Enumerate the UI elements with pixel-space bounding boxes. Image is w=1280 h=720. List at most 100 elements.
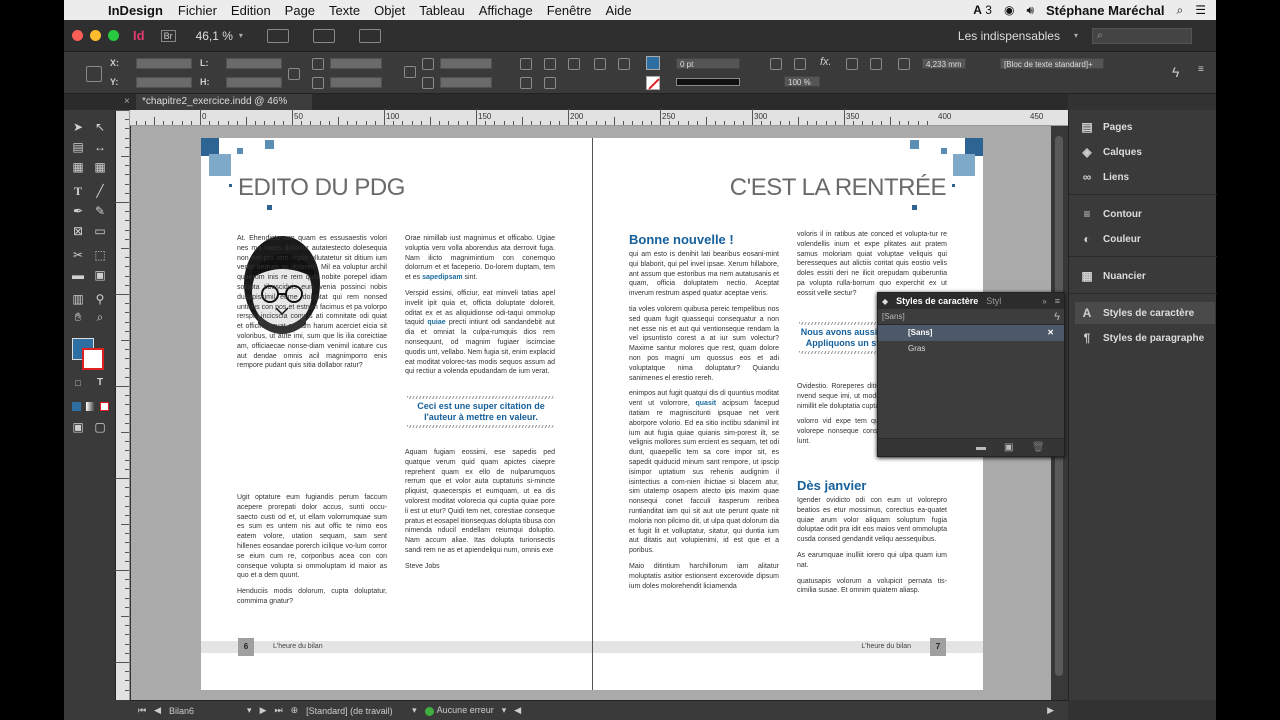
dock-pages[interactable]: ▤ Pages	[1075, 116, 1215, 138]
rotation-field[interactable]	[440, 58, 492, 69]
tab-paragraph-styles[interactable]: Styl	[986, 296, 1001, 306]
drop-shadow-icon[interactable]	[794, 58, 806, 70]
expand-icon[interactable]: »	[1042, 297, 1046, 306]
type-tool-icon[interactable]: T	[70, 184, 86, 198]
zoom-level-dropdown[interactable]: 46,1 %	[196, 29, 233, 43]
fx-icon[interactable]: fx.	[820, 56, 832, 68]
arrange-documents-icon[interactable]	[358, 28, 381, 43]
menu-tableau[interactable]: Tableau	[412, 3, 472, 18]
dock-layers[interactable]: ◈ Calques	[1075, 141, 1215, 163]
screen-mode-icon[interactable]: ▢	[92, 420, 108, 434]
text-frame-options-icon[interactable]	[846, 58, 858, 70]
pencil-tool-icon[interactable]: ✎	[92, 204, 108, 218]
reference-point-icon[interactable]	[86, 66, 102, 82]
menu-app-name[interactable]: InDesign	[100, 3, 171, 18]
stroke-color-swatch[interactable]	[646, 76, 660, 90]
zoom-window-button[interactable]	[108, 30, 119, 41]
dock-color[interactable]: ◐ Couleur	[1075, 228, 1215, 250]
minimize-window-button[interactable]	[90, 30, 101, 41]
help-search-input[interactable]: ⌕	[1092, 27, 1192, 44]
object-style-dropdown[interactable]: [Bloc de texte standard]+	[1000, 58, 1104, 69]
hand-tool-icon[interactable]: ✋︎	[70, 310, 86, 324]
panel-menu-icon[interactable]: ≡	[1055, 296, 1060, 306]
right-col1[interactable]: qui am esto is denihit lati bearibus eos…	[629, 250, 779, 597]
rotate-cw-icon[interactable]	[520, 58, 532, 70]
dock-character-styles[interactable]: A Styles de caractère	[1075, 302, 1215, 324]
select-next-icon[interactable]	[618, 58, 630, 70]
menu-edition[interactable]: Edition	[224, 3, 278, 18]
scale-x-field[interactable]	[330, 58, 382, 69]
chevron-down-icon[interactable]: ▾	[247, 705, 252, 716]
page-title[interactable]: EDITO DU PDG	[238, 174, 405, 202]
pull-quote[interactable]: Ceci est une super citation de l'auteur …	[407, 394, 555, 430]
height-field[interactable]	[226, 77, 282, 88]
rotate-ccw-icon[interactable]	[544, 58, 556, 70]
close-tab-icon[interactable]: ×	[124, 96, 130, 107]
effects-icon[interactable]	[770, 58, 782, 70]
new-style-icon[interactable]: ▣	[1004, 442, 1013, 453]
menu-fenetre[interactable]: Fenêtre	[540, 3, 599, 18]
x-position-field[interactable]	[136, 58, 192, 69]
free-transform-tool-icon[interactable]: ⬚	[92, 248, 108, 262]
select-previous-icon[interactable]	[594, 58, 606, 70]
menu-page[interactable]: Page	[278, 3, 322, 18]
document-tab[interactable]: *chapitre2_exercice.indd @ 46%	[136, 94, 312, 110]
chevron-down-icon[interactable]: ▾	[412, 705, 417, 716]
flip-icon[interactable]	[568, 58, 580, 70]
page-title[interactable]: C'EST LA RENTRÉE	[730, 174, 947, 202]
lightning-icon[interactable]: ϟ	[1054, 309, 1060, 325]
page-tool-icon[interactable]: ▤	[70, 140, 86, 154]
note-tool-icon[interactable]: ▥	[70, 292, 86, 306]
normal-mode-icon[interactable]: ▣	[70, 420, 86, 434]
chevron-down-icon[interactable]: ▾	[1074, 31, 1078, 40]
scissors-tool-icon[interactable]: ✂	[70, 248, 86, 262]
left-col2[interactable]: Orae nimillab iust magnimus et officabo.…	[405, 234, 555, 383]
left-col2-bottom[interactable]: Aquam fugiam eossimi, ese sapedis ped qu…	[405, 448, 555, 578]
content-placer-icon[interactable]: ▦	[92, 160, 108, 174]
lightning-icon[interactable]: ϟ	[1172, 64, 1179, 80]
constrain-proportions-icon[interactable]	[288, 68, 300, 80]
gap-tool-icon[interactable]: ↔	[92, 140, 108, 154]
section-heading[interactable]: Bonne nouvelle !	[629, 232, 734, 247]
eyedropper-tool-icon[interactable]: ⚲	[92, 292, 108, 306]
fill-color-swatch[interactable]	[646, 56, 660, 70]
apply-color-icon[interactable]	[72, 402, 81, 411]
columns-icon[interactable]	[870, 58, 882, 70]
user-name[interactable]: Stéphane Maréchal	[1046, 3, 1165, 18]
shear-field[interactable]	[440, 77, 492, 88]
panel-menu-icon[interactable]: ≡	[1198, 64, 1204, 75]
gradient-swatch-tool-icon[interactable]: ▬	[70, 268, 86, 282]
gutter-field[interactable]: 4,233 mm	[922, 58, 966, 69]
character-styles-panel[interactable]: ◆ Styles de caractère Styl » ≡ [Sans] ϟ …	[877, 292, 1065, 457]
select-container-icon[interactable]	[520, 77, 532, 89]
formatting-text-icon[interactable]: T	[92, 376, 108, 390]
view-options-icon[interactable]	[266, 28, 289, 43]
y-position-field[interactable]	[136, 77, 192, 88]
delete-icon[interactable]: 🗑︎	[1032, 442, 1045, 453]
first-page-icon[interactable]: ⏮	[138, 705, 146, 716]
direct-selection-tool-icon[interactable]: ↖	[92, 120, 108, 134]
page-selector[interactable]: Bilan6	[169, 706, 239, 716]
selection-tool-icon[interactable]: ➤	[70, 120, 86, 134]
select-content-icon[interactable]	[544, 77, 556, 89]
menu-aide[interactable]: Aide	[599, 3, 639, 18]
previous-page-icon[interactable]: ◀	[154, 705, 161, 716]
menu-fichier[interactable]: Fichier	[171, 3, 224, 18]
right-col2-bottom[interactable]: Igender ovidicto odi con eum ut volorepr…	[797, 496, 947, 602]
close-window-button[interactable]	[72, 30, 83, 41]
opacity-field[interactable]: 100 %	[784, 76, 820, 87]
stroke-type-dropdown[interactable]	[676, 78, 740, 86]
section-heading[interactable]: Dès janvier	[797, 478, 866, 493]
content-collector-icon[interactable]: ▦	[70, 160, 86, 174]
preflight-profile[interactable]: [Standard] (de travail)	[306, 706, 404, 716]
chevron-down-icon[interactable]: ▾	[239, 31, 243, 40]
apply-none-icon[interactable]	[100, 402, 109, 411]
left-col1-rest[interactable]: Ugit optature eum fugiandis perum faccum…	[237, 493, 387, 613]
link-scale-icon[interactable]	[404, 66, 416, 78]
width-field[interactable]	[226, 58, 282, 69]
scroll-left-icon[interactable]: ◀	[514, 705, 521, 716]
collapse-icon[interactable]: ◆	[882, 297, 888, 306]
volume-icon[interactable]: 🔊︎	[1026, 3, 1034, 18]
screen-mode-icon[interactable]	[312, 28, 335, 43]
rectangle-frame-tool-icon[interactable]: ⊠	[70, 224, 86, 238]
